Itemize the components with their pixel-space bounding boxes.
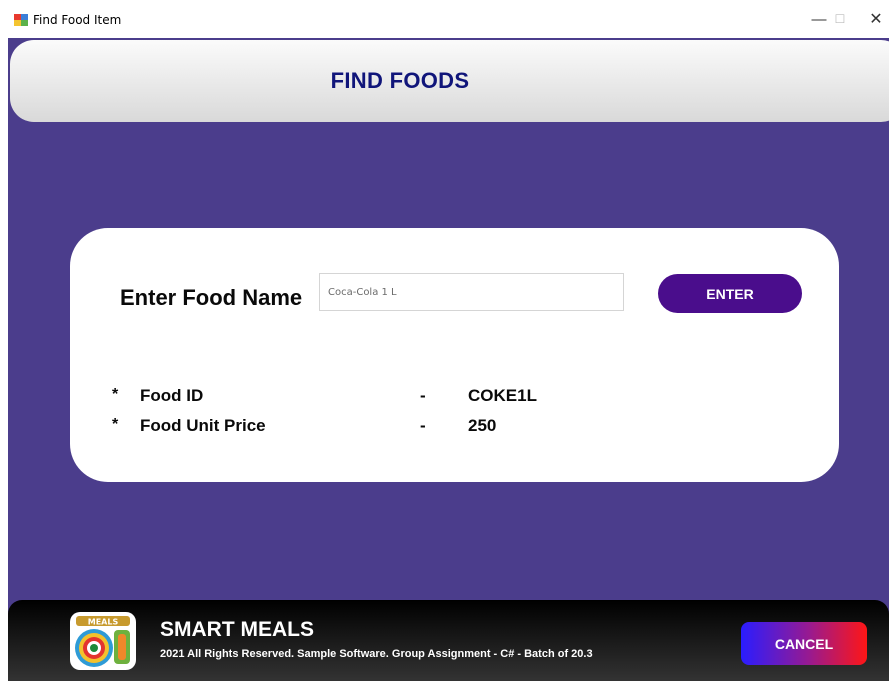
close-button[interactable]: ✕ bbox=[861, 6, 889, 32]
page-title: FIND FOODS bbox=[330, 68, 470, 93]
food-name-label: Enter Food Name bbox=[120, 285, 303, 310]
copyright-text: 2021 All Rights Reserved. Sample Softwar… bbox=[160, 648, 593, 660]
maximize-button[interactable]: ☐ bbox=[825, 6, 855, 32]
food-id-label: Food ID bbox=[140, 386, 204, 405]
search-card: Enter Food Name ENTER * Food ID - COKE1L… bbox=[70, 228, 839, 482]
unit-price-value: 250 bbox=[468, 416, 497, 435]
window-title: Find Food Item bbox=[33, 13, 122, 27]
food-name-input[interactable] bbox=[319, 273, 624, 311]
window-titlebar: Find Food Item — ☐ ✕ bbox=[0, 0, 889, 38]
header-panel: FIND FOODS bbox=[10, 40, 889, 122]
cancel-button[interactable]: CANCEL bbox=[741, 622, 867, 665]
food-id-value: COKE1L bbox=[468, 386, 537, 405]
form-client-area: FIND FOODS Enter Food Name ENTER * Food … bbox=[8, 38, 889, 681]
bullet: * bbox=[112, 386, 119, 403]
app-icon bbox=[14, 13, 28, 26]
result-row-food-id: * Food ID - COKE1L bbox=[70, 386, 839, 410]
smart-meals-logo: MEALS bbox=[70, 612, 136, 670]
separator: - bbox=[420, 386, 426, 405]
footer-bar: MEALS SMART MEALS 2021 All Rights Reserv… bbox=[8, 600, 889, 681]
enter-button[interactable]: ENTER bbox=[658, 274, 802, 313]
result-row-unit-price: * Food Unit Price - 250 bbox=[70, 416, 839, 440]
brand-name: SMART MEALS bbox=[160, 618, 314, 641]
unit-price-label: Food Unit Price bbox=[140, 416, 266, 435]
separator: - bbox=[420, 416, 426, 435]
logo-text: MEALS bbox=[88, 618, 119, 627]
bullet: * bbox=[112, 416, 119, 433]
